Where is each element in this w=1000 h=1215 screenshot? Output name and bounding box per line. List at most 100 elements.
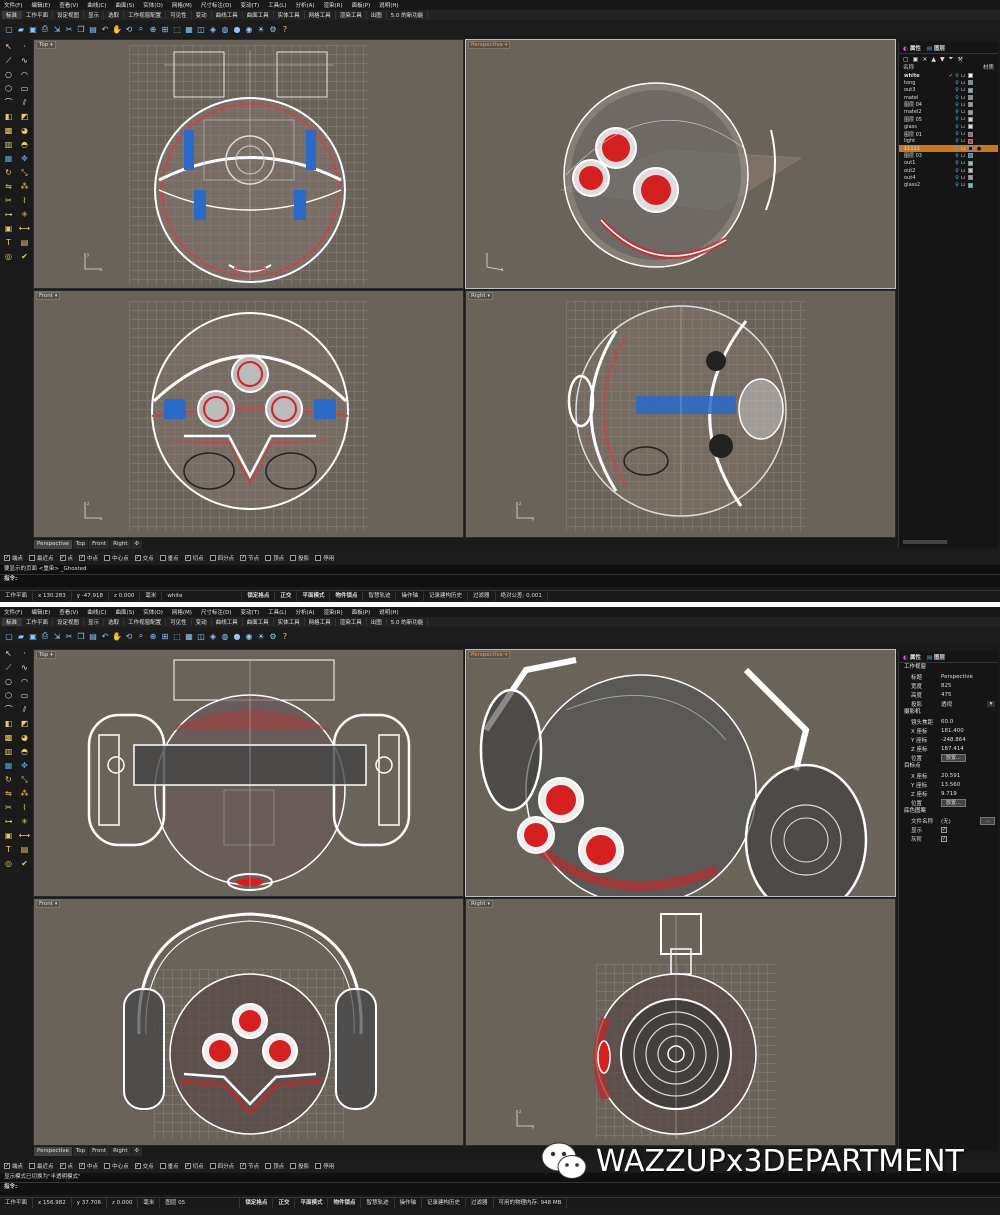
menu-edit[interactable]: 编辑(E) (31, 1, 50, 9)
import-icon[interactable]: ⇲ (52, 631, 62, 642)
box-icon[interactable]: ▩ (1, 731, 16, 744)
offset-icon[interactable]: ⫽ (17, 96, 32, 109)
layer-icon[interactable]: ◈ (208, 24, 218, 35)
tab-drafting[interactable]: 出图 (367, 618, 387, 626)
zoom-icon[interactable]: ⌕ (136, 24, 146, 35)
fillet-icon[interactable]: ⌒ (1, 96, 16, 109)
place-camera-button[interactable]: 放置... (941, 753, 966, 762)
box-icon[interactable]: ▩ (1, 124, 16, 137)
snap-project[interactable]: 投影 (290, 1162, 309, 1170)
lock-icon[interactable]: ⊔ (960, 109, 966, 115)
render-tool-icon[interactable]: ✔ (17, 250, 32, 263)
menu-transform[interactable]: 变动(T) (240, 1, 259, 9)
status-filter[interactable]: 过滤器 (466, 1197, 494, 1208)
viewport-top[interactable]: Top ▾ yx (33, 39, 464, 289)
tab-set-view[interactable]: 设定视图 (53, 618, 85, 626)
zoom-extents-icon[interactable]: ⊞ (160, 631, 170, 642)
viewport-tab-top[interactable]: Top (72, 1147, 89, 1156)
menu-view[interactable]: 查看(V) (59, 1, 78, 9)
surface-icon[interactable]: ◧ (1, 717, 16, 730)
snap-project[interactable]: 投影 (290, 554, 309, 562)
layer-color-swatch[interactable] (968, 168, 973, 173)
undo-icon[interactable]: ↶ (100, 24, 110, 35)
cplane-icon[interactable]: ◫ (196, 631, 206, 642)
layer-row[interactable]: 图层 04 ♀ ⊔ (899, 101, 998, 108)
prop-value[interactable]: 187.414 (941, 746, 998, 752)
loft-icon[interactable]: ◩ (17, 110, 32, 123)
menu-curve[interactable]: 曲线(C) (87, 608, 106, 616)
menu-panels[interactable]: 面板(P) (352, 1, 371, 9)
sphere-icon[interactable]: ◕ (17, 124, 32, 137)
tab-viewport-layout[interactable]: 工作视窗配置 (124, 11, 167, 19)
menu-curve[interactable]: 曲线(C) (87, 1, 106, 9)
layer-color-swatch[interactable] (968, 146, 973, 152)
place-target-button[interactable]: 放置... (941, 798, 966, 807)
lock-icon[interactable]: ⊔ (960, 124, 966, 130)
tab-solid-tools[interactable]: 实体工具 (274, 618, 305, 626)
menu-solid[interactable]: 实体(O) (143, 608, 163, 616)
rectangle-icon[interactable]: ▭ (17, 82, 32, 95)
color-icon[interactable]: ◍ (220, 24, 230, 35)
tab-surface-tools[interactable]: 曲面工具 (243, 618, 274, 626)
select-icon[interactable]: ⬚ (172, 24, 182, 35)
snap-disable[interactable]: 停用 (315, 554, 334, 562)
lock-icon[interactable]: ⊔ (960, 168, 966, 174)
lock-icon[interactable]: ⊔ (960, 153, 966, 159)
status-smarttrack[interactable]: 智慧轨迹 (363, 590, 397, 601)
text-icon[interactable]: T (1, 236, 16, 249)
move-up-icon[interactable]: ▲ (931, 56, 936, 63)
panel-scrollbar[interactable] (903, 540, 947, 544)
menu-edit[interactable]: 编辑(E) (31, 608, 50, 616)
viewport-tab-front[interactable]: Front (89, 1147, 110, 1156)
render-icon[interactable]: ◉ (244, 24, 254, 35)
move-down-icon[interactable]: ▼ (940, 56, 945, 63)
snap-quad[interactable]: 四分点 (209, 554, 234, 562)
status-ortho[interactable]: 正交 (275, 590, 298, 601)
save-icon[interactable]: ▣ (28, 24, 38, 35)
material-icon[interactable]: ● (232, 24, 242, 35)
material-dot-icon[interactable]: ● (976, 146, 982, 152)
snap-quad[interactable]: 四分点 (209, 1162, 234, 1170)
polyline-icon[interactable]: ⟋ (1, 661, 16, 674)
hatch-icon[interactable]: ▤ (17, 843, 32, 856)
lock-icon[interactable]: ⊔ (960, 146, 966, 152)
layer-color-swatch[interactable] (968, 87, 973, 93)
tab-transform[interactable]: 变动 (192, 11, 212, 19)
snap-near[interactable]: 最近点 (29, 554, 54, 562)
layer-color-swatch[interactable] (968, 131, 973, 137)
print-icon[interactable]: ⎙ (40, 24, 50, 35)
tab-layers[interactable]: ▤ 图层 (927, 653, 945, 661)
join-icon[interactable]: ⊶ (1, 208, 16, 221)
prop-value[interactable]: 60.0 (941, 719, 998, 725)
status-layer[interactable]: white (162, 590, 243, 601)
circle-icon[interactable]: ○ (1, 675, 16, 688)
viewport-tab-top[interactable]: Top (72, 540, 89, 549)
snap-tangent[interactable]: ✓ 切点 (184, 554, 204, 562)
viewport-perspective[interactable]: Perspective ▾ (465, 649, 896, 897)
analyze-icon[interactable]: ◎ (1, 857, 16, 870)
layer-row[interactable]: matel2 ♀ ⊔ (899, 108, 998, 115)
scale-icon[interactable]: ⤡ (17, 166, 32, 179)
prop-value[interactable]: 13.560 (941, 782, 998, 788)
lock-icon[interactable]: ⊔ (960, 116, 966, 122)
show-checkbox[interactable]: ✓ (941, 826, 947, 833)
trim-icon[interactable]: ✂ (1, 801, 16, 814)
tab-transform[interactable]: 变动 (192, 618, 212, 626)
layer-row[interactable]: glass ♀ ⊔ (899, 123, 998, 130)
tab-curve-tools[interactable]: 曲线工具 (212, 11, 243, 19)
tab-new-in-v5[interactable]: 5.0 的新功能 (387, 618, 429, 626)
menu-analyze[interactable]: 分析(A) (295, 1, 314, 9)
viewport-tab-right[interactable]: Right (110, 1147, 131, 1156)
viewport-top[interactable]: Top ▾ (33, 649, 464, 897)
trim-icon[interactable]: ✂ (1, 194, 16, 207)
layer-row[interactable]: 图层 05 ♀ ⊔ (899, 116, 998, 123)
curve-icon[interactable]: ∿ (17, 54, 32, 67)
snap-perp[interactable]: 垂点 (159, 1162, 179, 1170)
status-filter[interactable]: 过滤器 (468, 590, 496, 601)
layer-color-swatch[interactable] (968, 102, 973, 108)
paste-icon[interactable]: ▤ (88, 24, 98, 35)
tab-cplanes[interactable]: 工作平面 (22, 618, 54, 626)
menu-mesh[interactable]: 网格(M) (172, 608, 192, 616)
prop-value[interactable]: (无) (941, 817, 980, 825)
layer-color-swatch[interactable] (968, 124, 973, 130)
